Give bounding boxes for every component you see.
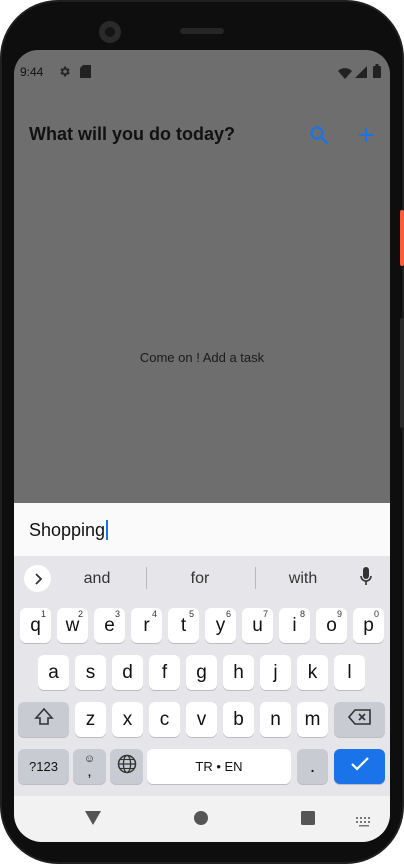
key-d[interactable]: d [112,655,143,690]
home-icon[interactable] [194,811,208,830]
task-input-value: Shopping [29,520,106,540]
key-z[interactable]: z [75,702,106,737]
key-l[interactable]: l [334,655,365,690]
suggestion-divider [255,567,256,589]
key-i[interactable]: i8 [279,608,310,643]
soft-keyboard: and for with q1 w2 e3 r4 t5 y6 u7 i8 o9 … [14,556,390,796]
backspace-icon [347,708,372,731]
backspace-key[interactable] [334,702,385,737]
key-u[interactable]: u7 [242,608,273,643]
key-k[interactable]: k [297,655,328,690]
chevron-right-icon[interactable] [24,565,51,592]
key-w[interactable]: w2 [57,608,88,643]
keyboard-switch-icon[interactable] [356,814,372,832]
volume-button[interactable] [400,318,404,428]
emoji-comma-key[interactable]: ☺ , [73,749,106,784]
suggestion-3[interactable]: with [263,570,343,588]
globe-icon [117,754,137,780]
symbols-key[interactable]: ?123 [18,749,69,784]
key-s[interactable]: s [75,655,106,690]
key-h[interactable]: h [223,655,254,690]
suggestion-strip: and for with [14,556,390,598]
empty-state-message: Come on ! Add a task [139,350,265,365]
space-key[interactable]: TR • EN [147,749,291,784]
key-q[interactable]: q1 [20,608,51,643]
check-icon [350,756,370,778]
language-key[interactable] [110,749,143,784]
microphone-icon[interactable] [360,567,372,592]
add-icon[interactable] [353,122,379,148]
front-camera [99,21,121,43]
key-m[interactable]: m [297,702,328,737]
key-j[interactable]: j [260,655,291,690]
key-y[interactable]: y6 [205,608,236,643]
page-title: What will you do today? [29,124,235,144]
earpiece-speaker [180,28,224,34]
gear-icon [58,65,71,83]
task-input[interactable]: Shopping [29,520,109,541]
suggestion-2[interactable]: for [160,570,240,588]
key-x[interactable]: x [112,702,143,737]
key-a[interactable]: a [38,655,69,690]
wifi-icon [338,66,352,84]
key-v[interactable]: v [186,702,217,737]
status-bar: 9:44 [14,50,390,94]
key-n[interactable]: n [260,702,291,737]
shift-key[interactable] [18,702,69,737]
status-time: 9:44 [20,65,44,79]
sd-card-icon [80,65,91,83]
key-b[interactable]: b [223,702,254,737]
shift-icon [33,707,54,732]
key-g[interactable]: g [186,655,217,690]
key-r[interactable]: r4 [131,608,162,643]
system-nav-bar [14,796,390,842]
screen: 9:44 What will you do today? Come on ! A… [14,50,390,842]
battery-icon [373,64,381,83]
device-frame: 9:44 What will you do today? Come on ! A… [0,0,404,864]
key-t[interactable]: t5 [168,608,199,643]
suggestion-1[interactable]: and [57,570,137,588]
search-icon[interactable] [306,122,332,148]
done-key[interactable] [334,749,385,784]
signal-icon [355,65,367,83]
back-icon[interactable] [85,811,101,830]
power-button[interactable] [400,210,404,266]
key-p[interactable]: p0 [353,608,384,643]
period-key[interactable]: . [297,749,328,784]
key-e[interactable]: e3 [94,608,125,643]
recents-icon[interactable] [301,811,315,830]
task-input-sheet: Shopping [14,503,390,556]
key-o[interactable]: o9 [316,608,347,643]
text-caret [106,520,109,540]
key-f[interactable]: f [149,655,180,690]
suggestion-divider [146,567,147,589]
key-c[interactable]: c [149,702,180,737]
